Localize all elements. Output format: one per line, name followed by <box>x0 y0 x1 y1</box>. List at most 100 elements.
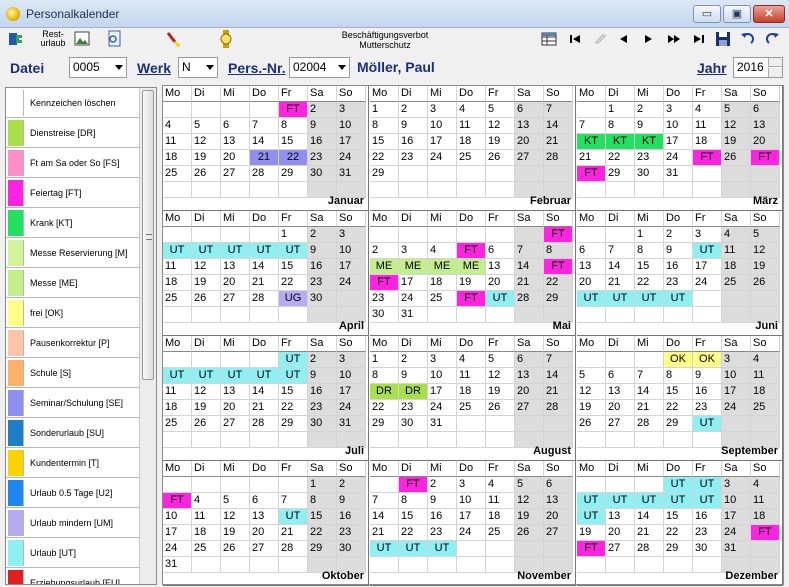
day-cell[interactable] <box>250 477 279 493</box>
day-cell[interactable]: 3 <box>399 243 428 259</box>
day-cell[interactable]: 16 <box>693 384 722 400</box>
day-cell[interactable]: 29 <box>664 541 693 557</box>
day-cell[interactable]: 27 <box>221 291 250 307</box>
day-cell[interactable] <box>606 352 635 368</box>
day-cell[interactable]: 18 <box>751 384 780 400</box>
day-cell[interactable]: 17 <box>722 384 751 400</box>
previous-icon[interactable] <box>618 30 630 52</box>
day-cell[interactable]: 27 <box>250 541 279 557</box>
day-cell[interactable]: 29 <box>279 416 308 432</box>
day-cell[interactable] <box>370 557 399 573</box>
day-cell[interactable]: 20 <box>515 134 544 150</box>
day-cell[interactable]: 4 <box>486 477 515 493</box>
day-cell[interactable] <box>250 102 279 118</box>
day-cell[interactable] <box>486 416 515 432</box>
day-cell[interactable]: 2 <box>399 352 428 368</box>
day-cell[interactable]: 7 <box>515 243 544 259</box>
day-cell[interactable]: 19 <box>457 275 486 291</box>
day-cell[interactable] <box>221 182 250 198</box>
day-cell[interactable] <box>693 307 722 323</box>
day-cell[interactable]: 6 <box>544 477 573 493</box>
day-cell[interactable]: 10 <box>428 368 457 384</box>
day-cell[interactable]: 19 <box>751 259 780 275</box>
day-cell[interactable] <box>457 416 486 432</box>
day-cell[interactable]: 18 <box>486 509 515 525</box>
day-cell[interactable]: 24 <box>163 541 192 557</box>
day-cell[interactable]: 19 <box>577 525 606 541</box>
day-cell[interactable]: 14 <box>544 118 573 134</box>
day-cell[interactable]: UT <box>250 243 279 259</box>
day-cell[interactable]: 30 <box>635 166 664 182</box>
day-cell[interactable] <box>221 227 250 243</box>
day-cell[interactable]: UT <box>693 416 722 432</box>
day-cell[interactable]: 4 <box>428 243 457 259</box>
day-cell[interactable]: UT <box>577 291 606 307</box>
day-cell[interactable]: 26 <box>221 541 250 557</box>
day-cell[interactable]: UT <box>664 291 693 307</box>
day-cell[interactable]: 8 <box>399 493 428 509</box>
next-icon[interactable] <box>642 30 654 52</box>
day-cell[interactable]: 28 <box>544 150 573 166</box>
legend-item[interactable]: Messe [ME] <box>6 268 140 298</box>
day-cell[interactable] <box>486 307 515 323</box>
day-cell[interactable] <box>486 227 515 243</box>
day-cell[interactable]: FT <box>163 493 192 509</box>
day-cell[interactable] <box>163 477 192 493</box>
day-cell[interactable] <box>722 291 751 307</box>
day-cell[interactable]: 11 <box>192 509 221 525</box>
day-cell[interactable] <box>370 227 399 243</box>
day-cell[interactable] <box>192 182 221 198</box>
day-cell[interactable]: 17 <box>428 384 457 400</box>
day-cell[interactable]: 8 <box>279 118 308 134</box>
day-cell[interactable]: 7 <box>279 493 308 509</box>
day-cell[interactable]: 7 <box>250 118 279 134</box>
day-cell[interactable]: 21 <box>250 275 279 291</box>
day-cell[interactable] <box>428 182 457 198</box>
day-cell[interactable]: 29 <box>308 541 337 557</box>
day-cell[interactable] <box>279 432 308 448</box>
day-cell[interactable]: 29 <box>606 166 635 182</box>
day-cell[interactable]: 14 <box>635 509 664 525</box>
day-cell[interactable]: 4 <box>693 102 722 118</box>
day-cell[interactable]: ME <box>428 259 457 275</box>
day-cell[interactable]: 11 <box>751 368 780 384</box>
undo-icon[interactable] <box>739 30 755 52</box>
day-cell[interactable] <box>751 541 780 557</box>
legend-item[interactable]: Ft am Sa oder So [FS] <box>6 148 140 178</box>
day-cell[interactable] <box>664 557 693 573</box>
day-cell[interactable]: 24 <box>337 400 366 416</box>
day-cell[interactable]: 23 <box>664 275 693 291</box>
day-cell[interactable]: 17 <box>337 259 366 275</box>
day-cell[interactable]: 17 <box>337 384 366 400</box>
day-cell[interactable]: UT <box>693 493 722 509</box>
day-cell[interactable]: 2 <box>635 102 664 118</box>
day-cell[interactable] <box>221 477 250 493</box>
day-cell[interactable]: 15 <box>279 134 308 150</box>
day-cell[interactable] <box>308 432 337 448</box>
day-cell[interactable]: 15 <box>370 134 399 150</box>
day-cell[interactable] <box>577 352 606 368</box>
day-cell[interactable]: 30 <box>308 291 337 307</box>
day-cell[interactable]: 19 <box>577 400 606 416</box>
day-cell[interactable]: 26 <box>751 275 780 291</box>
day-cell[interactable] <box>606 477 635 493</box>
day-cell[interactable]: 4 <box>722 227 751 243</box>
day-cell[interactable] <box>635 432 664 448</box>
day-cell[interactable]: 22 <box>664 525 693 541</box>
day-cell[interactable]: UT <box>399 541 428 557</box>
day-cell[interactable]: 25 <box>428 291 457 307</box>
fast-forward-icon[interactable] <box>666 30 682 52</box>
day-cell[interactable]: 10 <box>428 118 457 134</box>
day-cell[interactable] <box>399 557 428 573</box>
day-cell[interactable] <box>370 477 399 493</box>
day-cell[interactable]: 6 <box>577 243 606 259</box>
day-cell[interactable] <box>577 557 606 573</box>
day-cell[interactable]: 18 <box>722 259 751 275</box>
day-cell[interactable]: 27 <box>515 150 544 166</box>
day-cell[interactable]: 30 <box>308 416 337 432</box>
day-cell[interactable]: 12 <box>192 259 221 275</box>
day-cell[interactable]: 3 <box>337 352 366 368</box>
day-cell[interactable]: 15 <box>664 509 693 525</box>
day-cell[interactable]: UT <box>192 243 221 259</box>
day-cell[interactable] <box>577 477 606 493</box>
